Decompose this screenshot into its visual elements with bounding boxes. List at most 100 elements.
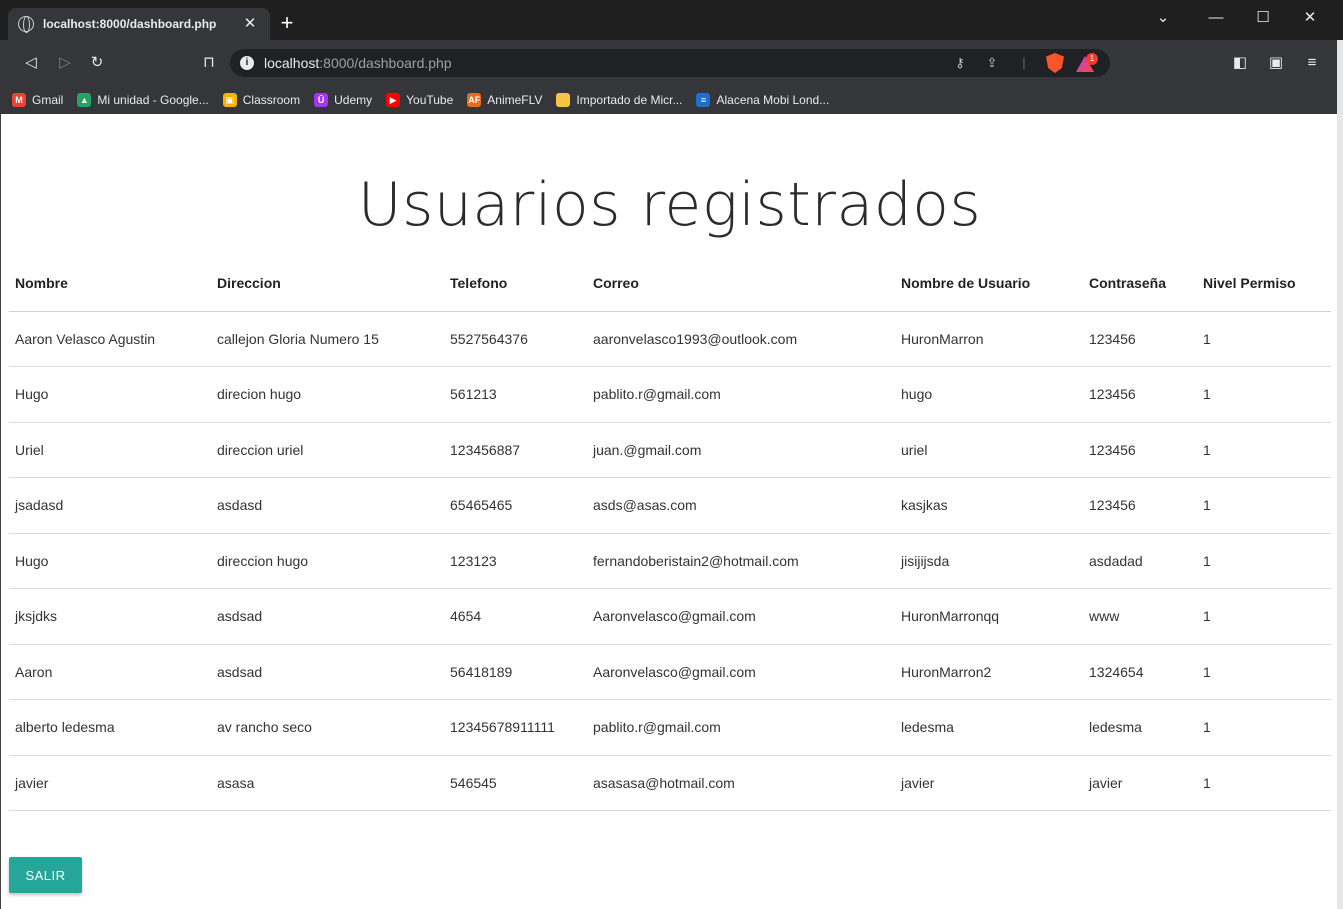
cell-nivel: 1 [1197,366,1331,423]
cell-correo: Aaronvelasco@gmail.com [587,588,895,645]
bookmark-item[interactable]: AF AnimeFLV [467,93,542,107]
url-path: :8000/dashboard.php [319,55,452,71]
cell-usuario: ledesma [895,699,1083,756]
cell-nivel: 1 [1197,533,1331,589]
column-header-telefono: Telefono [444,256,587,312]
cell-contrasena: 1324654 [1083,644,1197,700]
animeflv-icon: AF [467,93,482,107]
bookmark-item[interactable]: ▶ YouTube [386,93,453,107]
bookmark-label: YouTube [406,93,454,107]
cell-telefono: 123123 [444,533,587,589]
folder-icon [556,93,571,107]
column-header-nombre: Nombre [9,256,211,312]
close-window-icon[interactable]: ✕ [1290,6,1330,30]
bookmark-item[interactable]: ▲ Mi unidad - Google... [77,93,209,107]
cell-telefono: 561213 [444,366,587,423]
cell-contrasena: javier [1083,755,1197,811]
cell-contrasena: 123456 [1083,422,1197,478]
cell-nombre: Hugo [9,533,211,589]
back-icon[interactable]: ◁ [20,52,42,74]
cell-telefono: 12345678911111 [444,699,587,756]
bookmark-icon[interactable]: ⊓ [198,52,220,74]
table-row: jsadasd asdasd 65465465 asds@asas.com kasjka… [9,477,1331,534]
cell-contrasena: 123456 [1083,366,1197,423]
bookmark-item[interactable]: ≡ Alacena Mobi Lond... [696,93,829,107]
cell-correo: asds@asas.com [587,477,895,534]
cell-direccion: asasa [211,755,444,811]
url-host: localhost [264,55,320,71]
cell-usuario: HuronMarron2 [895,644,1083,700]
address-bar[interactable]: i localhost :8000/dashboard.php ⚷ ⇪ | 1 [230,49,1110,77]
close-tab-icon[interactable]: ✕ [240,14,260,34]
column-header-contrasena: Contraseña [1083,256,1197,312]
users-table: Nombre Direccion Telefono Correo Nombre … [9,256,1331,811]
sidebar-icon[interactable]: ◧ [1230,53,1250,73]
share-icon[interactable]: ⇪ [982,53,1002,73]
new-tab-icon[interactable]: + [276,12,298,34]
cell-nivel: 1 [1197,699,1331,756]
classroom-icon: ▣ [222,93,237,107]
cell-usuario: jisijijsda [895,533,1083,589]
browser-tab[interactable]: localhost:8000/dashboard.php ✕ [8,8,270,40]
cell-nivel: 1 [1197,588,1331,645]
youtube-icon: ▶ [386,93,401,107]
cell-direccion: asdsad [211,588,444,645]
minimize-icon[interactable]: — [1196,6,1236,30]
cell-nivel: 1 [1197,755,1331,811]
site-info-icon[interactable]: i [240,56,254,70]
table-row: alberto ledesma av rancho seco 12345678911… [9,699,1331,756]
cell-correo: Aaronvelasco@gmail.com [587,644,895,700]
cell-contrasena: www [1083,588,1197,645]
cell-correo: aaronvelasco1993@outlook.com [587,311,895,367]
cell-usuario: uriel [895,422,1083,478]
maximize-icon[interactable]: ☐ [1243,6,1283,30]
cell-direccion: callejon Gloria Numero 15 [211,311,444,367]
cell-usuario: javier [895,755,1083,811]
cell-contrasena: asdadad [1083,533,1197,589]
cell-telefono: 65465465 [444,477,587,534]
bookmark-label: Udemy [334,93,373,107]
cell-nombre: javier [9,755,211,811]
cell-usuario: HuronMarron [895,311,1083,367]
brave-shields-icon[interactable] [1046,53,1064,73]
cell-nombre: Uriel [9,422,211,478]
cell-nivel: 1 [1197,644,1331,700]
bookmark-item[interactable]: Ū Udemy [314,93,372,107]
cell-telefono: 123456887 [444,422,587,478]
bookmark-label: Classroom [242,93,301,107]
key-icon[interactable]: ⚷ [950,53,970,73]
brave-rewards-icon[interactable]: 1 [1076,53,1098,73]
menu-icon[interactable]: ≡ [1302,53,1322,73]
page-title: Usuarios registrados [357,170,982,240]
bookmark-item[interactable]: M Gmail [12,93,63,107]
forward-icon[interactable]: ▷ [54,52,76,74]
cell-nivel: 1 [1197,477,1331,534]
table-row: Hugo direcion hugo 561213 pablito.r@gmail.c… [9,366,1331,423]
cell-direccion: direcion hugo [211,366,444,423]
cell-usuario: hugo [895,366,1083,423]
globe-icon [18,16,34,33]
column-header-direccion: Direccion [211,256,444,312]
cell-correo: pablito.r@gmail.com [587,366,895,423]
cell-nombre: Aaron [9,644,211,700]
logout-button[interactable]: SALIR [9,857,82,893]
tab-title: localhost:8000/dashboard.php [43,17,217,31]
wallet-icon[interactable]: ▣ [1266,53,1286,73]
bookmark-item[interactable]: ▣ Classroom [222,93,301,107]
cell-usuario: kasjkas [895,477,1083,534]
cell-direccion: asdasd [211,477,444,534]
table-row: Aaron Velasco Agustin callejon Gloria Num… [9,311,1331,367]
reload-icon[interactable]: ↻ [86,52,108,74]
cell-usuario: HuronMarronqq [895,588,1083,645]
cell-nombre: jksjdks [9,588,211,645]
cell-telefono: 5527564376 [444,311,587,367]
table-header-row: Nombre Direccion Telefono Correo Nombre … [9,256,1331,312]
bookmark-item[interactable]: Importado de Micr... [556,93,682,107]
alacena-icon: ≡ [696,93,711,107]
cell-correo: fernandoberistain2@hotmail.com [587,533,895,589]
cell-nombre: Aaron Velasco Agustin [9,311,211,367]
cell-contrasena: 123456 [1083,311,1197,367]
bookmarks-bar: M Gmail ▲ Mi unidad - Google... ▣ Classroom Ū U… [0,86,1343,114]
tab-search-icon[interactable]: ⌄ [1143,6,1183,30]
rewards-badge: 1 [1086,53,1098,65]
